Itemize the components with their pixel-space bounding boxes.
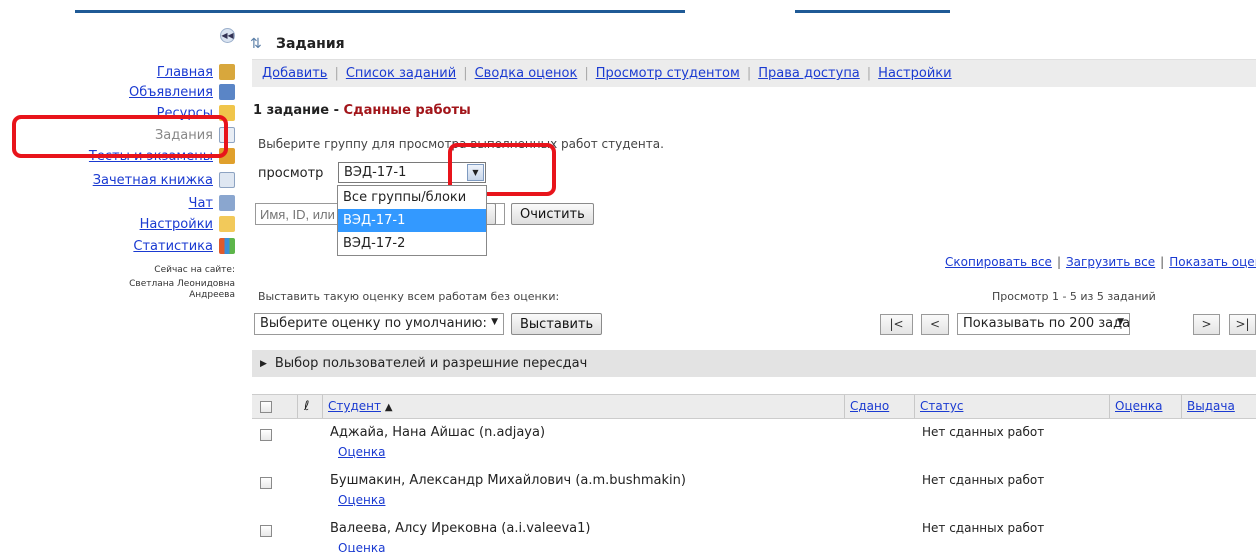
column-status[interactable]: Статус <box>914 395 1109 418</box>
bulk-actions: Скопировать все | Загрузить все | Показать о… <box>945 255 1256 269</box>
table-row: Валеева, Алсу Ирековна (a.i.valeeva1) Оц… <box>252 517 1256 552</box>
submission-status: Нет сданных работ <box>922 521 1045 535</box>
student-name: Валеева, Алсу Ирековна (a.i.valeeva1) <box>330 521 591 536</box>
view-label: просмотр <box>258 166 324 181</box>
sidebar-item-settings[interactable]: Настройки <box>140 214 235 234</box>
group-option[interactable]: Все группы/блоки <box>338 186 486 209</box>
page-size-select[interactable]: Показывать по 200 заданий... ▼ <box>957 313 1130 335</box>
sidebar-item-statistics[interactable]: Статистика <box>133 236 235 256</box>
page-size-value: Показывать по 200 заданий... <box>963 316 1130 331</box>
column-student-label[interactable]: Студент <box>328 399 381 413</box>
chevron-down-icon: ▼ <box>491 317 498 327</box>
submissions-heading: 1 задание - Сданные работы <box>253 103 471 118</box>
next-page-button[interactable]: > <box>1193 314 1220 335</box>
attachment-icon: ℓ <box>304 399 310 414</box>
sidebar-item-label: Главная <box>156 64 213 80</box>
sidebar-item-gradebook[interactable]: Зачетная книжка <box>93 170 235 190</box>
toolbar-grade-summary-link[interactable]: Сводка оценок <box>475 66 578 81</box>
sidebar-item-announcements[interactable]: Объявления <box>129 82 235 102</box>
sidebar-item-chat[interactable]: Чат <box>189 193 235 213</box>
grade-instructions: Выставить такую оценку всем работам без … <box>258 290 560 303</box>
copy-all-link[interactable]: Скопировать все <box>945 255 1052 269</box>
heading-prefix: 1 задание - <box>253 103 344 118</box>
sidebar-item-label: Объявления <box>129 84 213 100</box>
statistics-icon <box>219 238 235 254</box>
column-grade[interactable]: Оценка <box>1109 395 1181 418</box>
select-all-checkbox[interactable] <box>260 400 272 413</box>
prev-page-button[interactable]: < <box>921 314 949 335</box>
column-release[interactable]: Выдача <box>1181 395 1256 418</box>
group-option[interactable]: ВЭД-17-2 <box>338 232 486 255</box>
row-checkbox[interactable] <box>260 524 272 537</box>
sidebar-item-label: Зачетная книжка <box>92 172 213 188</box>
toolbar-permissions-link[interactable]: Права доступа <box>758 66 860 81</box>
sidebar-item-label: Чат <box>188 195 213 211</box>
column-release-label[interactable]: Выдача <box>1187 399 1235 413</box>
submission-status: Нет сданных работ <box>922 425 1045 439</box>
toolbar-assignment-list-link[interactable]: Список заданий <box>346 66 456 81</box>
grade-link[interactable]: Оценка <box>338 541 385 552</box>
chat-icon <box>219 195 235 211</box>
page-title: Задания <box>276 36 345 52</box>
clear-button[interactable]: Очистить <box>511 203 594 225</box>
toolbar-student-view-link[interactable]: Просмотр студентом <box>596 66 740 81</box>
home-icon <box>219 64 235 80</box>
sort-ascending-icon: ▲ <box>384 402 393 413</box>
chevron-down-icon: ▼ <box>1117 317 1124 327</box>
tool-title-bar: ⇅ Задания <box>250 36 345 52</box>
toolbar-add-link[interactable]: Добавить <box>262 66 327 81</box>
column-status-label[interactable]: Статус <box>920 399 963 413</box>
sidebar-item-label: Настройки <box>139 216 213 232</box>
table-row: Бушмакин, Александр Михайлович (a.m.bush… <box>252 469 1256 513</box>
heading-main: Сданные работы <box>343 103 471 118</box>
gradebook-icon <box>219 172 235 188</box>
default-grade-select-value: Выберите оценку по умолчанию: <box>260 316 487 331</box>
student-name: Аджайа, Нана Айшас (n.adjaya) <box>330 425 546 440</box>
first-page-button[interactable]: |< <box>880 314 913 335</box>
sidebar-item-label: Статистика <box>133 238 213 254</box>
grade-link[interactable]: Оценка <box>338 445 385 459</box>
group-dropdown-list: Все группы/блоки ВЭД-17-1 ВЭД-17-2 <box>337 185 487 256</box>
attachment-column: ℓ <box>297 395 322 418</box>
default-grade-select[interactable]: Выберите оценку по умолчанию: ▼ <box>254 313 504 335</box>
paging-info: Просмотр 1 - 5 из 5 заданий <box>992 290 1156 303</box>
student-name: Бушмакин, Александр Михайлович (a.m.bush… <box>330 473 686 488</box>
tool-toolbar: Добавить | Список заданий | Сводка оценок |… <box>252 59 1256 87</box>
announcements-icon <box>219 84 235 100</box>
row-checkbox[interactable] <box>260 428 272 441</box>
apply-grade-button[interactable]: Выставить <box>511 313 603 335</box>
submission-status: Нет сданных работ <box>922 473 1045 487</box>
download-all-link[interactable]: Загрузить все <box>1066 255 1155 269</box>
users-section-label: Выбор пользователей и разрешние пересдач <box>274 356 588 371</box>
grade-link[interactable]: Оценка <box>338 493 385 507</box>
sidebar-item-home[interactable]: Главная <box>157 62 235 82</box>
select-all-cell <box>252 395 297 418</box>
table-header: ℓ Студент ▲ Сдано Статус Оценка Выдача <box>252 394 1256 419</box>
column-student[interactable]: Студент ▲ <box>322 395 844 418</box>
refresh-icon[interactable]: ⇅ <box>250 37 264 51</box>
users-section-toggle[interactable]: ▶ Выбор пользователей и разрешние пересд… <box>252 350 1256 377</box>
column-submitted-label[interactable]: Сдано <box>850 399 889 413</box>
top-divider <box>75 10 685 13</box>
show-grades-link[interactable]: Показать оценки <box>1169 255 1256 269</box>
collapse-sidebar-icon[interactable]: ◀◀ <box>220 28 235 43</box>
group-option-selected[interactable]: ВЭД-17-1 <box>338 209 486 232</box>
column-grade-label[interactable]: Оценка <box>1115 399 1162 413</box>
last-page-button[interactable]: >| <box>1229 314 1256 335</box>
online-heading: Сейчас на сайте: <box>154 265 235 275</box>
expand-arrow-icon: ▶ <box>260 358 267 369</box>
highlight-annotation <box>12 115 228 158</box>
online-user: Светлана Леонидовна Андреева <box>129 279 235 300</box>
row-checkbox[interactable] <box>260 476 272 489</box>
top-divider <box>795 10 950 13</box>
column-submitted[interactable]: Сдано <box>844 395 914 418</box>
toolbar-settings-link[interactable]: Настройки <box>878 66 951 81</box>
table-row: Аджайа, Нана Айшас (n.adjaya) Оценка Нет… <box>252 421 1256 465</box>
settings-icon <box>219 216 235 232</box>
